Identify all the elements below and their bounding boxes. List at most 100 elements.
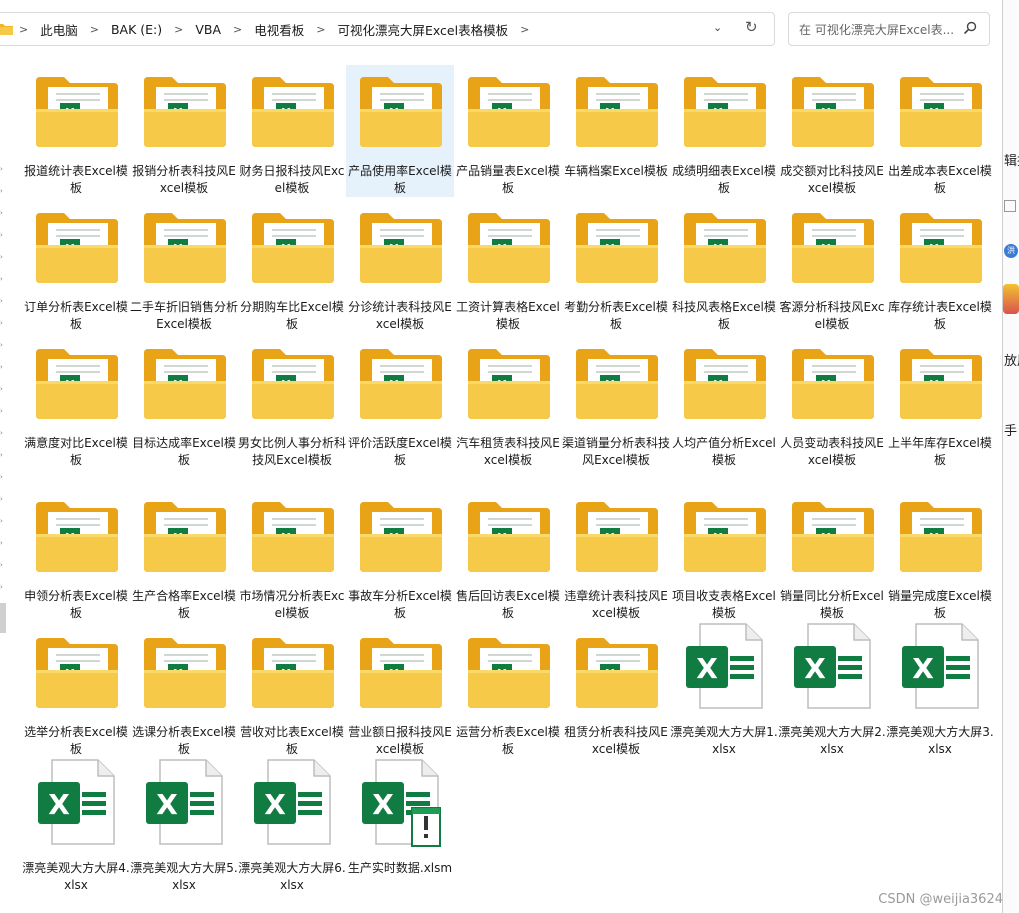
excel-folder-icon: X [682,500,768,574]
folder-item[interactable]: X 成绩明细表Excel模板 [670,65,778,197]
excel-folder-icon: X [358,75,444,149]
nav-expand-chevron-icon[interactable]: › [0,540,4,547]
folder-item[interactable]: X 售后回访表Excel模板 [454,490,562,622]
nav-expand-chevron-icon[interactable]: › [0,342,4,349]
folder-item[interactable]: X 出差成本表Excel模板 [886,65,994,197]
search-input[interactable]: 在 可视化漂亮大屏Excel表... [799,21,959,38]
breadcrumb-separator-icon[interactable]: > [227,23,248,36]
folder-item[interactable]: X 二手车折旧销售分析Excel模板 [130,201,238,333]
breadcrumb-item[interactable]: 可视化漂亮大屏Excel表格模板 [331,20,514,39]
nav-expand-chevron-icon[interactable]: › [0,364,4,371]
nav-expand-chevron-icon[interactable]: › [0,210,4,217]
nav-expand-chevron-icon[interactable]: › [0,320,4,327]
item-label: 产品销量表Excel模板 [456,164,560,195]
refresh-icon[interactable]: ↻ [745,18,758,36]
folder-item[interactable]: X 租赁分析表科技风Excel模板 [562,626,670,758]
folder-item[interactable]: X 目标达成率Excel模板 [130,337,238,469]
breadcrumb-separator-icon[interactable]: > [168,23,189,36]
folder-item[interactable]: X 工资计算表格Excel模板 [454,201,562,333]
folder-item[interactable]: X 科技风表格Excel模板 [670,201,778,333]
nav-expand-chevron-icon[interactable]: › [0,408,4,415]
folder-item[interactable]: X 违章统计表科技风Excel模板 [562,490,670,622]
folder-item[interactable]: X 库存统计表Excel模板 [886,201,994,333]
excel-folder-icon: X [250,636,336,710]
folder-item[interactable]: X 分诊统计表科技风Excel模板 [346,201,454,333]
folder-item[interactable]: X 男女比例人事分析科技风Excel模板 [238,337,346,469]
folder-item[interactable]: X 项目收支表格Excel模板 [670,490,778,622]
item-label: 车辆档案Excel模板 [564,164,668,178]
excel-folder-icon: X [898,75,984,149]
excel-folder-icon: X [358,347,444,421]
nav-expand-chevron-icon[interactable]: › [0,430,4,437]
breadcrumb-separator-icon[interactable]: > [514,23,535,36]
item-label: 生产实时数据.xlsm [347,861,453,875]
file-item[interactable]: X 漂亮美观大方大屏3.xlsx [886,623,994,758]
folder-item[interactable]: X 产品使用率Excel模板 [346,65,454,197]
nav-expand-chevron-icon[interactable]: › [0,452,4,459]
nav-expand-chevron-icon[interactable]: › [0,474,4,481]
nav-expand-chevron-icon[interactable]: › [0,584,4,591]
nav-expand-chevron-icon[interactable]: › [0,276,4,283]
folder-item[interactable]: X 人员变动表科技风Excel模板 [778,337,886,469]
nav-expand-chevron-icon[interactable]: › [0,496,4,503]
folder-item[interactable]: X 运营分析表Excel模板 [454,626,562,758]
folder-item[interactable]: X 选举分析表Excel模板 [22,626,130,758]
file-item[interactable]: X 漂亮美观大方大屏4.xlsx [22,759,130,894]
nav-expand-chevron-icon[interactable]: › [0,254,4,261]
nav-expand-chevron-icon[interactable]: › [0,298,4,305]
breadcrumb-item[interactable]: 电视看板 [248,20,310,39]
folder-item[interactable]: X 满意度对比Excel模板 [22,337,130,469]
item-label: 成交额对比科技风Excel模板 [780,164,884,195]
nav-expand-chevron-icon[interactable]: › [0,166,4,173]
folder-item[interactable]: X 市场情况分析表Excel模板 [238,490,346,622]
folder-item[interactable]: X 汽车租赁表科技风Excel模板 [454,337,562,469]
nav-expand-chevron-icon[interactable]: › [0,518,4,525]
file-item[interactable]: X 生产实时数据.xlsm [346,759,454,894]
folder-item[interactable]: X 产品销量表Excel模板 [454,65,562,197]
search-icon[interactable] [963,21,977,35]
folder-item[interactable]: X 销量完成度Excel模板 [886,490,994,622]
breadcrumb-separator-icon[interactable]: > [84,23,105,36]
folder-item[interactable]: X 生产合格率Excel模板 [130,490,238,622]
folder-item[interactable]: X 人均产值分析Excel模板 [670,337,778,469]
navigation-scrollbar-thumb[interactable] [0,603,6,633]
folder-item[interactable]: X 选课分析表Excel模板 [130,626,238,758]
nav-expand-chevron-icon[interactable]: › [0,562,4,569]
nav-expand-chevron-icon[interactable]: › [0,232,4,239]
file-item[interactable]: X 漂亮美观大方大屏1.xlsx [670,623,778,758]
nav-expand-chevron-icon[interactable]: › [0,386,4,393]
breadcrumb-item[interactable]: BAK (E:) [105,22,168,37]
folder-icon [0,23,13,35]
folder-item[interactable]: X 评价活跃度Excel模板 [346,337,454,469]
folder-item[interactable]: X 销量同比分析Excel模板 [778,490,886,622]
folder-item[interactable]: X 上半年库存Excel模板 [886,337,994,469]
folder-item[interactable]: X 事故车分析Excel模板 [346,490,454,622]
folder-item[interactable]: X 客源分析科技风Excel模板 [778,201,886,333]
nav-expand-chevron-icon[interactable]: › [0,188,4,195]
item-label: 分期购车比Excel模板 [240,300,344,331]
folder-item[interactable]: X 考勤分析表Excel模板 [562,201,670,333]
breadcrumb-item[interactable]: VBA [189,22,227,37]
breadcrumb-item[interactable]: 此电脑 [34,20,84,39]
address-history-dropdown-icon[interactable]: ⌄ [713,21,722,34]
item-label: 租赁分析表科技风Excel模板 [564,725,668,756]
breadcrumb-separator-icon[interactable]: > [310,23,331,36]
file-item[interactable]: X 漂亮美观大方大屏5.xlsx [130,759,238,894]
folder-item[interactable]: X 成交额对比科技风Excel模板 [778,65,886,197]
folder-item[interactable]: X 订单分析表Excel模板 [22,201,130,333]
address-bar[interactable]: > 此电脑 > BAK (E:) > VBA > 电视看板 > 可视化漂亮大屏Excel表格模板 >… [0,12,775,46]
folder-item[interactable]: X 分期购车比Excel模板 [238,201,346,333]
folder-item[interactable]: X 营业额日报科技风Excel模板 [346,626,454,758]
folder-item[interactable]: X 申领分析表Excel模板 [22,490,130,622]
file-item[interactable]: X 漂亮美观大方大屏6.xlsx [238,759,346,894]
folder-item[interactable]: X 渠道销量分析表科技风Excel模板 [562,337,670,469]
folder-item[interactable]: X 财务日报科技风Excel模板 [238,65,346,197]
file-item[interactable]: X 漂亮美观大方大屏2.xlsx [778,623,886,758]
excel-folder-icon: X [142,75,228,149]
folder-item[interactable]: X 报道统计表Excel模板 [22,65,130,197]
folder-item[interactable]: X 车辆档案Excel模板 [562,65,670,197]
breadcrumb-separator-icon[interactable]: > [13,23,34,36]
search-box[interactable]: 在 可视化漂亮大屏Excel表... [788,12,990,46]
folder-item[interactable]: X 营收对比表Excel模板 [238,626,346,758]
folder-item[interactable]: X 报销分析表科技风Excel模板 [130,65,238,197]
